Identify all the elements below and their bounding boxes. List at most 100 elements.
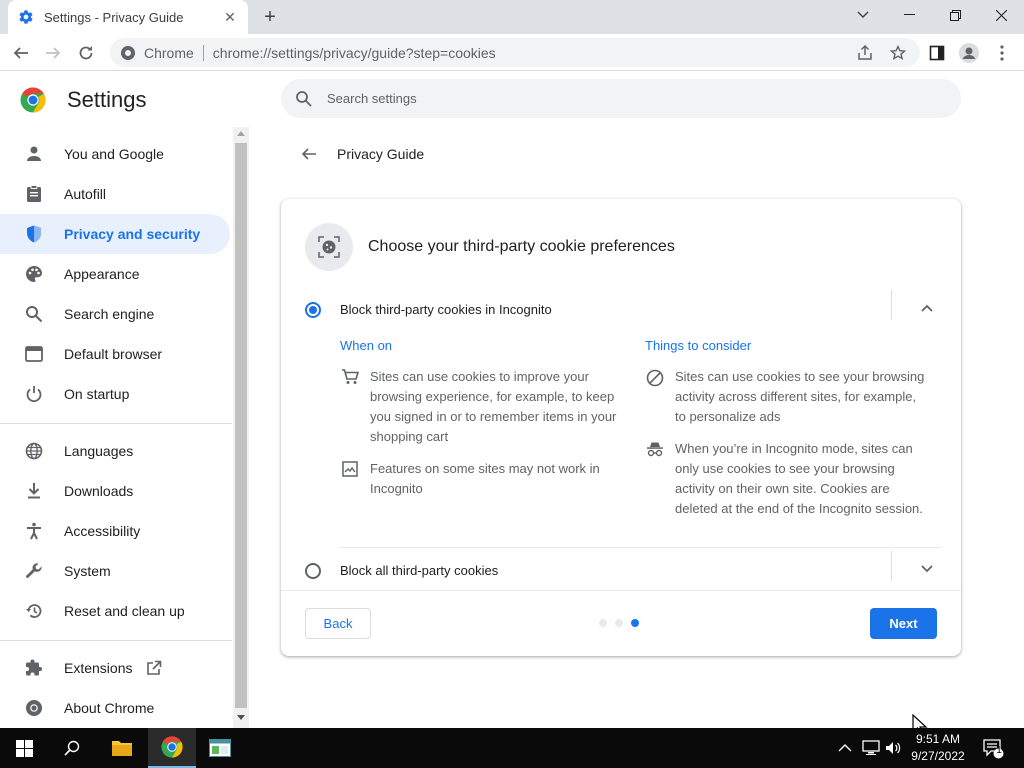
taskbar-file-explorer[interactable] (98, 728, 146, 768)
share-icon[interactable] (852, 40, 878, 66)
sidebar-item-accessibility[interactable]: Accessibility (0, 511, 230, 551)
radio-block-all[interactable] (305, 563, 321, 579)
chrome-site-icon (121, 45, 135, 60)
windows-logo-icon (15, 739, 33, 757)
omnibox-url: chrome://settings/privacy/guide?step=coo… (212, 44, 496, 61)
globe-icon (24, 441, 44, 461)
sidebar-item-label: Reset and clean up (64, 603, 185, 619)
when-on-text: Sites can use cookies to improve your br… (370, 369, 617, 444)
sidebar-item-languages[interactable]: Languages (0, 431, 230, 471)
sidebar-item-default-browser[interactable]: Default browser (0, 334, 230, 374)
taskbar-search-button[interactable] (48, 728, 96, 768)
sidebar-item-system[interactable]: System (0, 551, 230, 591)
browser-window-icon (24, 344, 44, 364)
step-dot-active (631, 619, 639, 627)
consider-text: When you’re in Incognito mode, sites can… (675, 441, 923, 516)
sidebar-item-label: Extensions (64, 660, 133, 676)
reload-icon[interactable] (73, 40, 99, 66)
chrome-icon (24, 698, 44, 718)
sidebar-item-appearance[interactable]: Appearance (0, 254, 230, 294)
shopping-cart-icon (340, 367, 360, 387)
profile-avatar-icon[interactable] (956, 40, 982, 66)
address-bar[interactable]: Chrome chrome://settings/privacy/guide?s… (110, 38, 920, 67)
option-label: Block all third-party cookies (340, 563, 499, 578)
back-button[interactable]: Back (305, 608, 371, 639)
chevron-up-icon[interactable] (915, 296, 939, 320)
sidebar-item-privacy-and-security[interactable]: Privacy and security (0, 214, 230, 254)
block-icon (645, 367, 665, 387)
shield-icon (24, 224, 44, 244)
person-icon (24, 144, 44, 164)
minimize-button[interactable] (886, 0, 932, 30)
search-icon (296, 90, 312, 107)
restore-button[interactable] (932, 0, 978, 30)
option-block-incognito[interactable]: Block third-party cookies in Incognito (281, 290, 961, 330)
show-hidden-icons-chevron-icon[interactable] (838, 728, 852, 768)
sidebar-item-label: On startup (64, 386, 130, 402)
when-on-item: Features on some sites may not work in I… (340, 459, 620, 499)
sidebar-item-label: You and Google (64, 146, 164, 162)
step-indicator (599, 619, 639, 627)
tab-bar: Settings - Privacy Guide ✕ + (0, 0, 1024, 34)
start-button[interactable] (0, 728, 48, 768)
system-clock[interactable]: 9:51 AM 9/27/2022 (906, 731, 970, 765)
scroll-down-arrow-icon[interactable] (237, 715, 245, 720)
sidebar-item-search-engine[interactable]: Search engine (0, 294, 230, 334)
windows-taskbar: 9:51 AM 9/27/2022 1 (0, 728, 1024, 768)
tab-search-chevron-icon[interactable] (840, 0, 886, 30)
sidebar-item-you-and-google[interactable]: You and Google (0, 134, 230, 174)
side-panel-icon[interactable] (924, 40, 950, 66)
sidebar-scrollbar[interactable] (233, 127, 249, 728)
sidebar-item-downloads[interactable]: Downloads (0, 471, 230, 511)
clock-date: 9/27/2022 (911, 749, 965, 763)
forward-arrow-icon[interactable] (40, 40, 66, 66)
power-icon (24, 384, 44, 404)
sidebar-item-about-chrome[interactable]: About Chrome (0, 688, 230, 728)
search-settings-field[interactable]: Search settings (281, 79, 961, 118)
new-tab-button[interactable]: + (258, 6, 282, 28)
folder-icon (112, 741, 132, 756)
close-window-button[interactable] (978, 0, 1024, 30)
step-dot (615, 619, 623, 627)
sidebar-item-extensions[interactable]: Extensions (0, 648, 230, 688)
consider-text: Sites can use cookies to see your browsi… (675, 369, 925, 424)
consider-item: Sites can use cookies to see your browsi… (645, 367, 925, 427)
back-arrow-icon[interactable] (8, 40, 34, 66)
more-menu-icon[interactable] (989, 40, 1015, 66)
network-icon[interactable] (862, 728, 880, 768)
option-block-all[interactable]: Block all third-party cookies (281, 551, 961, 591)
bookmark-star-icon[interactable] (885, 40, 911, 66)
search-icon (64, 740, 80, 756)
browser-tab[interactable]: Settings - Privacy Guide ✕ (8, 0, 248, 34)
sidebar-item-on-startup[interactable]: On startup (0, 374, 230, 414)
open-in-new-icon (147, 660, 162, 675)
screen: Settings - Privacy Guide ✕ + Chrome chro… (0, 0, 1024, 768)
settings-title: Settings (67, 87, 147, 112)
incognito-icon (645, 439, 665, 459)
settings-page: Settings Search settings You and Google … (0, 71, 1024, 736)
things-to-consider-heading: Things to consider (645, 338, 752, 353)
taskbar-chrome[interactable] (148, 728, 196, 768)
palette-icon (24, 264, 44, 284)
option-divider (340, 547, 941, 548)
taskbar-app[interactable] (196, 728, 244, 768)
chevron-down-icon[interactable] (915, 557, 939, 581)
sidebar-item-label: Languages (64, 443, 134, 459)
scroll-up-arrow-icon[interactable] (237, 131, 245, 136)
radio-block-incognito[interactable] (305, 302, 321, 318)
action-center-icon[interactable]: 1 (982, 728, 1004, 768)
sidebar-item-label: Default browser (64, 346, 163, 362)
next-button[interactable]: Next (870, 608, 937, 639)
terminal-app-icon (209, 739, 231, 757)
sidebar-item-label: Search engine (64, 306, 155, 322)
sidebar-item-reset-and-clean-up[interactable]: Reset and clean up (0, 591, 230, 631)
sidebar-item-label: Privacy and security (64, 226, 201, 242)
tab-close-icon[interactable]: ✕ (222, 9, 238, 25)
scrollbar-thumb[interactable] (235, 143, 247, 708)
back-arrow-button[interactable] (296, 141, 322, 167)
puzzle-icon (24, 658, 44, 678)
option-separator (891, 290, 892, 320)
sidebar-item-label: Appearance (64, 266, 140, 282)
sidebar-item-autofill[interactable]: Autofill (0, 174, 230, 214)
volume-icon[interactable] (885, 728, 901, 768)
